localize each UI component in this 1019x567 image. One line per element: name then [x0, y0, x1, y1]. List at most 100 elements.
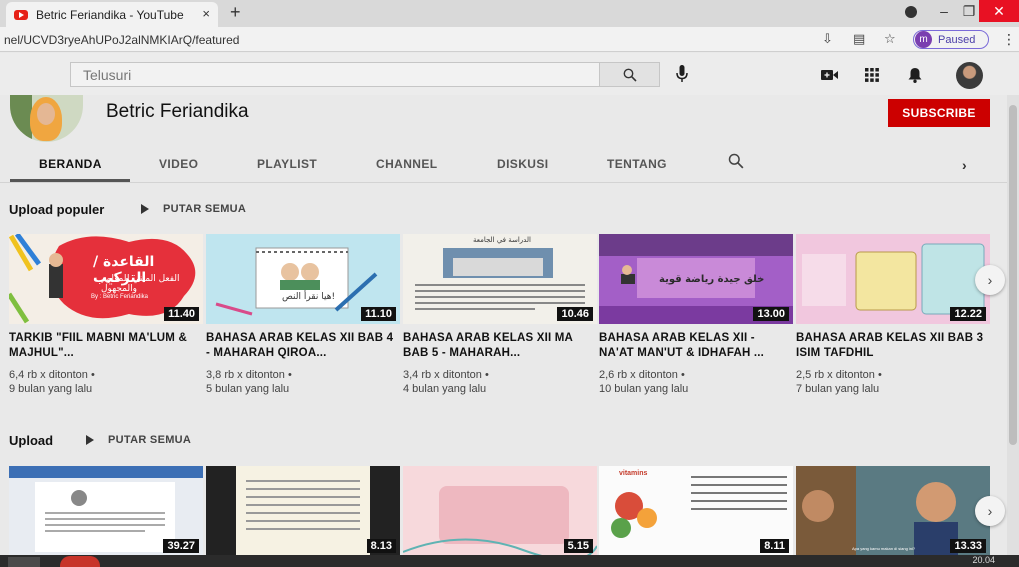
channel-avatar[interactable]	[10, 95, 83, 142]
video-card[interactable]: vitamins 8.11	[599, 466, 793, 556]
video-thumbnail[interactable]: هيا نقرأ النص! 11.10	[206, 234, 400, 324]
os-taskbar: 20.04	[0, 555, 1019, 567]
search-icon	[623, 68, 637, 82]
video-duration: 8.11	[760, 539, 789, 553]
video-thumbnail[interactable]: Apa yang kamu makan di siang ini? 13.33	[796, 466, 990, 556]
video-views: 2,6 rb x ditonton •	[599, 369, 685, 381]
video-thumbnail[interactable]: 5.15	[403, 466, 597, 556]
voice-search-button[interactable]	[670, 62, 694, 86]
video-duration: 39.27	[163, 539, 199, 553]
browser-tab-title: Betric Feriandika - YouTube	[36, 7, 184, 22]
thumbnail-title: vitamins	[619, 470, 648, 477]
microphone-icon	[676, 65, 688, 82]
tab-channel[interactable]: CHANNEL	[376, 157, 437, 171]
search-icon	[728, 153, 744, 169]
subscribe-button[interactable]: SUBSCRIBE	[888, 99, 990, 127]
video-card[interactable]: 5.15	[403, 466, 597, 556]
scrollbar-thumb[interactable]	[1009, 105, 1017, 445]
video-card[interactable]: الدراسة في الجامعة 10.46 BAHASA ARAB KEL…	[403, 234, 597, 396]
browser-tab[interactable]: Betric Feriandika - YouTube ×	[6, 2, 218, 27]
video-thumbnail[interactable]: 12.22	[796, 234, 990, 324]
bookmark-star-icon[interactable]: ☆	[884, 31, 896, 47]
video-meta: 2,6 rb x ditonton • 10 bulan yang lalu	[599, 368, 793, 396]
browser-menu-icon[interactable]: ⋮	[1002, 31, 1016, 48]
play-all-popular-button[interactable]: PUTAR SEMUA	[141, 203, 246, 215]
tab-video[interactable]: VIDEO	[159, 157, 198, 171]
video-title[interactable]: BAHASA ARAB KELAS XII MA BAB 5 - MAHARAH…	[403, 331, 597, 361]
tab-diskusi[interactable]: DISKUSI	[497, 157, 548, 171]
video-thumbnail[interactable]: القاعدة / التركيب الفعل المبني للمعلوم و…	[9, 234, 203, 324]
video-card[interactable]: 8.13	[206, 466, 400, 556]
video-title[interactable]: BAHASA ARAB KELAS XII BAB 3 ISIM TAFDHIL	[796, 331, 990, 361]
channel-name: Betric Feriandika	[106, 101, 249, 122]
active-tab-indicator	[10, 179, 130, 182]
section-title-uploads: Upload	[9, 433, 54, 448]
video-duration: 13.33	[950, 539, 986, 553]
shelf-next-button[interactable]: ›	[975, 265, 1005, 295]
apps-button[interactable]	[860, 63, 884, 87]
tab-beranda[interactable]: BERANDA	[39, 157, 102, 171]
thumbnail-author: By : Betric Feriandika	[91, 294, 149, 300]
video-card[interactable]: 39.27	[9, 466, 203, 556]
play-icon	[141, 204, 149, 214]
thumbnail-arabic-title: الدراسة في الجامعة	[473, 236, 531, 244]
video-age: 9 bulan yang lalu	[9, 383, 93, 395]
video-meta: 2,5 rb x ditonton • 7 bulan yang lalu	[796, 368, 990, 396]
video-thumbnail[interactable]: 39.27	[9, 466, 203, 556]
video-card[interactable]: خلق جيدة رياضة قوية 13.00 BAHASA ARAB KE…	[599, 234, 793, 396]
window-close-button[interactable]: ✕	[979, 0, 1019, 22]
install-app-icon[interactable]: ⇩	[822, 31, 833, 47]
browser-tab-bar: Betric Feriandika - YouTube × + – ❐ ✕	[0, 0, 1019, 27]
taskbar-clock: 20.04	[972, 555, 995, 565]
record-indicator-icon	[905, 6, 917, 18]
tab-tentang[interactable]: TENTANG	[607, 157, 667, 171]
video-meta: 3,4 rb x ditonton • 4 bulan yang lalu	[403, 368, 597, 396]
video-thumbnail[interactable]: الدراسة في الجامعة 10.46	[403, 234, 597, 324]
notifications-button[interactable]	[903, 63, 927, 87]
video-card[interactable]: 12.22 BAHASA ARAB KELAS XII BAB 3 ISIM T…	[796, 234, 990, 396]
new-tab-button[interactable]: +	[230, 2, 241, 23]
shelf-next-button[interactable]: ›	[975, 496, 1005, 526]
video-age: 10 bulan yang lalu	[599, 383, 689, 395]
video-card[interactable]: القاعدة / التركيب الفعل المبني للمعلوم و…	[9, 234, 203, 396]
url-field[interactable]: nel/UCVD3ryeAhUPoJ2alNMKIArQ/featured	[4, 33, 239, 47]
taskbar-app-icon[interactable]	[60, 556, 100, 567]
page-scrollbar[interactable]	[1007, 95, 1019, 567]
video-views: 6,4 rb x ditonton •	[9, 369, 95, 381]
tabs-next-icon[interactable]: ›	[962, 157, 967, 173]
search-button[interactable]	[600, 62, 660, 87]
video-thumbnail[interactable]: vitamins 8.11	[599, 466, 793, 556]
video-views: 3,4 rb x ditonton •	[403, 369, 489, 381]
video-title[interactable]: BAHASA ARAB KELAS XII BAB 4 - MAHARAH QI…	[206, 331, 400, 361]
video-thumbnail[interactable]: 8.13	[206, 466, 400, 556]
channel-search-button[interactable]	[728, 153, 744, 174]
search-input[interactable]: Telusuri	[70, 62, 600, 87]
section-title-popular: Upload populer	[9, 202, 105, 217]
window-minimize-button[interactable]: –	[930, 0, 958, 22]
video-title[interactable]: BAHASA ARAB KELAS XII - NA'AT MAN'UT & I…	[599, 331, 793, 361]
video-duration: 8.13	[366, 539, 396, 553]
video-card[interactable]: Apa yang kamu makan di siang ini? 13.33	[796, 466, 990, 556]
video-thumbnail[interactable]: خلق جيدة رياضة قوية 13.00	[599, 234, 793, 324]
youtube-masthead: Telusuri	[0, 53, 1019, 95]
play-all-label: PUTAR SEMUA	[163, 203, 247, 215]
profile-button[interactable]: m Paused	[913, 30, 989, 49]
create-video-button[interactable]	[817, 63, 841, 87]
play-all-uploads-button[interactable]: PUTAR SEMUA	[86, 434, 191, 446]
translate-icon[interactable]: ▤	[853, 31, 865, 47]
video-card[interactable]: هيا نقرأ النص! 11.10 BAHASA ARAB KELAS X…	[206, 234, 400, 396]
tab-close-icon[interactable]: ×	[202, 6, 210, 21]
play-icon	[86, 435, 94, 445]
video-views: 3,8 rb x ditonton •	[206, 369, 292, 381]
thumbnail-arabic-subtitle: الفعل المبني للمعلوم والمجهول	[101, 274, 180, 294]
video-meta: 3,8 rb x ditonton • 5 bulan yang lalu	[206, 368, 400, 396]
taskbar-item[interactable]	[8, 557, 40, 567]
video-duration: 13.00	[753, 307, 789, 321]
user-avatar[interactable]	[956, 62, 983, 89]
address-bar: nel/UCVD3ryeAhUPoJ2alNMKIArQ/featured ⇩ …	[0, 27, 1019, 52]
video-duration: 11.10	[361, 307, 396, 321]
tab-playlist[interactable]: PLAYLIST	[257, 157, 317, 171]
profile-status: Paused	[938, 33, 976, 46]
video-title[interactable]: TARKIB "FIIL MABNI MA'LUM & MAJHUL"...	[9, 331, 203, 361]
video-duration: 12.22	[950, 307, 986, 321]
